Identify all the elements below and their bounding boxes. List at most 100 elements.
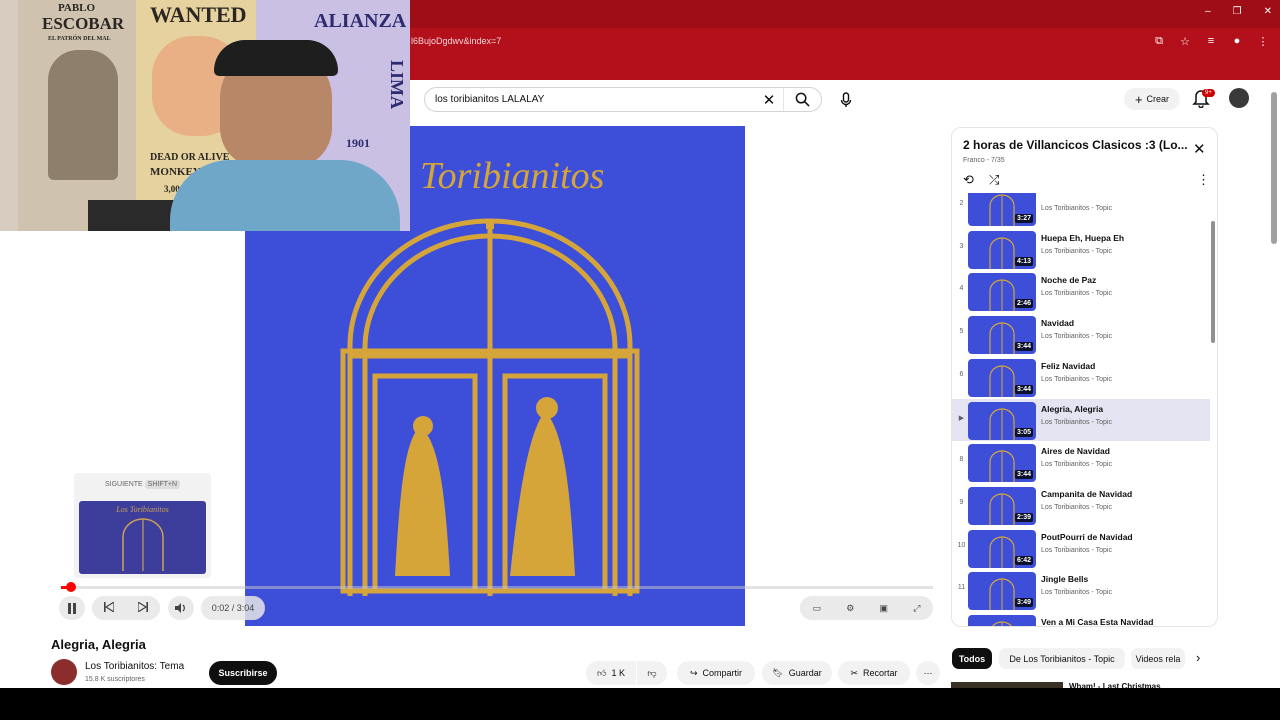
minimize-button[interactable]: – [1205, 6, 1211, 17]
loop-icon[interactable]: ⟲ [963, 172, 974, 188]
poster-alianza-city: LIMA [387, 60, 407, 109]
like-button[interactable]: 👍︎ 1 K [586, 661, 636, 685]
playlist-item[interactable]: 12Ven a Mi Casa Esta NavidadLos Toribian… [952, 612, 1210, 627]
share-button[interactable]: ↪ Compartir [677, 661, 755, 685]
playlist-item-title: Alegria, Alegria [1041, 403, 1104, 414]
bookmark-star-icon[interactable]: ☆ [1178, 34, 1192, 48]
save-label: Guardar [788, 668, 822, 678]
shuffle-icon[interactable]: ⤮ [989, 172, 999, 188]
next-video-preview[interactable]: SIGUIENTE SHIFT+N Los Toribianitos [74, 473, 211, 578]
address-bar[interactable]: l6BujoDgdwv&index=7 [411, 36, 501, 46]
chip-channel[interactable]: De Los Toribianitos - Topic [999, 648, 1125, 669]
poster-escobar: PABLO ESCOBAR EL PATRÓN DEL MAL [18, 0, 136, 231]
next-button[interactable] [126, 600, 160, 614]
playlist-item-title: Campanita de Navidad [1041, 488, 1133, 499]
poster-alianza-name: ALIANZA [314, 10, 407, 32]
browser-menu-icon[interactable]: ⋮ [1256, 34, 1270, 48]
account-avatar[interactable] [1229, 88, 1249, 108]
taskbar [0, 688, 1280, 720]
preview-thumbnail-title: Los Toribianitos [116, 505, 169, 514]
create-button[interactable]: + Crear [1124, 88, 1180, 110]
playlist-item[interactable]: 11 3:49 Jingle Bells Los Toribianitos - Top… [952, 569, 1210, 611]
more-actions-button[interactable]: ⋯ [916, 661, 940, 685]
playlist-item-thumbnail: 2:39 [968, 486, 1036, 525]
progress-bar[interactable] [61, 586, 933, 589]
search-button[interactable] [783, 88, 821, 111]
playlist-item-duration: 3:49 [1014, 598, 1033, 608]
playlist-item-duration: 2:46 [1014, 299, 1033, 309]
search-input[interactable]: los toribianitos LALALAY [435, 94, 755, 105]
playlist-item[interactable]: 9 2:39 Campanita de Navidad Los Toribianito… [952, 484, 1210, 526]
chip-all[interactable]: Todos [952, 648, 992, 669]
bookmark-icon: 🔖︎ [772, 667, 784, 678]
screen: { "browser": { "url_fragment": "l6BujoDg… [0, 0, 1280, 720]
playlist-item-duration: 3:44 [1014, 384, 1033, 394]
clip-button[interactable]: ✂ Recortar [838, 661, 910, 685]
share-label: Compartir [702, 668, 743, 678]
progress-scrubber[interactable] [66, 582, 76, 592]
poster-escobar-last-name: ESCOBAR [42, 14, 125, 33]
clear-search-icon[interactable]: ✕ [755, 91, 783, 109]
playlist-item[interactable]: 3 4:13 Huepa Eh, Huepa Eh Los Toribianitos … [952, 228, 1210, 270]
save-button[interactable]: 🔖︎ Guardar [762, 661, 832, 685]
like-count: 1 K [611, 668, 625, 678]
close-playlist-icon[interactable]: ✕ [1193, 140, 1206, 158]
playlist-item-title: Noche de Paz [1041, 275, 1097, 286]
maximize-button[interactable]: ❐ [1233, 6, 1242, 17]
playlist-item-title: PoutPourri de Navidad [1041, 531, 1133, 542]
playlist-subtitle: Franco - 7/35 [963, 157, 1005, 164]
playlist-item[interactable]: ▶ 3:05 Alegria, Alegria Los Toribianitos - … [952, 398, 1210, 441]
playlist-item-thumbnail: 3:44 [968, 358, 1036, 397]
page-scrollbar[interactable] [1271, 92, 1277, 244]
volume-button[interactable] [168, 596, 194, 620]
notification-badge: 9+ [1202, 89, 1215, 97]
search-box[interactable]: los toribianitos LALALAY ✕ [424, 87, 822, 112]
headphones-icon [214, 40, 338, 76]
playlist-item[interactable]: 4 2:46 Noche de Paz Los Toribianitos - Topi… [952, 270, 1210, 312]
playlist-item-artist: Los Toribianitos - Topic [1041, 333, 1112, 341]
playlist-item[interactable]: 10 6:42 PoutPourri de Navidad Los Toribiani… [952, 527, 1210, 569]
dislike-button[interactable]: 👎︎ [637, 661, 667, 685]
chevron-right-icon[interactable]: › [1196, 650, 1200, 665]
time-display: 0:02 / 3:04 [201, 596, 265, 620]
preview-label: SIGUIENTE SHIFT+N [74, 480, 211, 489]
playlist-item-thumbnail: 3:05 [968, 401, 1036, 440]
close-window-button[interactable]: ✕ [1264, 6, 1272, 17]
playlist-item[interactable]: 6 3:44 Feliz Navidad Los Toribianitos - Top… [952, 356, 1210, 398]
chip-related[interactable]: Videos rela [1131, 648, 1185, 669]
cast-icon[interactable]: ⧉ [1152, 34, 1166, 48]
voice-search-button[interactable] [834, 88, 858, 112]
playlist-item-artist: Los Toribianitos - Topic [1041, 247, 1112, 255]
preview-thumbnail: Los Toribianitos [79, 501, 206, 574]
playlist-item-artist: Los Toribianitos - Topic [1041, 503, 1112, 511]
miniplayer-icon[interactable]: ▭ [813, 603, 822, 614]
poster-escobar-figure [48, 50, 118, 180]
share-icon: ↪ [689, 667, 698, 678]
previous-icon [104, 600, 115, 614]
playlist-item-title: Ven a Mi Casa Esta Navidad [1041, 617, 1154, 627]
fullscreen-icon[interactable]: ⤢ [913, 603, 920, 614]
media-control-icon[interactable]: ≡ [1204, 34, 1218, 48]
previous-button[interactable] [92, 600, 126, 614]
profile-icon[interactable]: ● [1230, 34, 1244, 48]
channel-name[interactable]: Los Toribianitos: Tema [85, 661, 184, 672]
playlist-item[interactable]: 2 3:27 Los Toribianitos - Topic [952, 193, 1210, 227]
playlist-item[interactable]: 5 3:44 Navidad Los Toribianitos - Topic [952, 313, 1210, 355]
theater-mode-icon[interactable]: ▣ [880, 603, 889, 614]
thumbnail-arch-image [991, 621, 1013, 626]
playlist-scrollbar[interactable] [1211, 221, 1215, 343]
pause-button[interactable] [59, 596, 85, 620]
skip-controls [92, 596, 160, 620]
settings-gear-icon[interactable]: ⚙ [846, 603, 854, 614]
browser-toolbar-icons: ⧉ ☆ ≡ ● ⋮ [1152, 34, 1270, 48]
playlist-title[interactable]: 2 horas de Villancicos Clasicos :3 (Lo..… [963, 138, 1193, 152]
channel-avatar[interactable] [51, 659, 77, 685]
pause-icon [68, 602, 76, 614]
playlist-item-thumbnail: 3:49 [968, 572, 1036, 611]
playlist-item[interactable]: 8 3:44 Aires de Navidad Los Toribianitos - … [952, 441, 1210, 483]
playlist-items: 2 3:27 Los Toribianitos - Topic 3 4:13 Huepa … [952, 193, 1210, 627]
playlist-item-artist: Los Toribianitos - Topic [1041, 589, 1112, 597]
playlist-item-title: Huepa Eh, Huepa Eh [1041, 232, 1125, 243]
playlist-menu-icon[interactable]: ⋮ [1197, 172, 1210, 188]
subscribe-button[interactable]: Suscribirse [209, 661, 277, 685]
